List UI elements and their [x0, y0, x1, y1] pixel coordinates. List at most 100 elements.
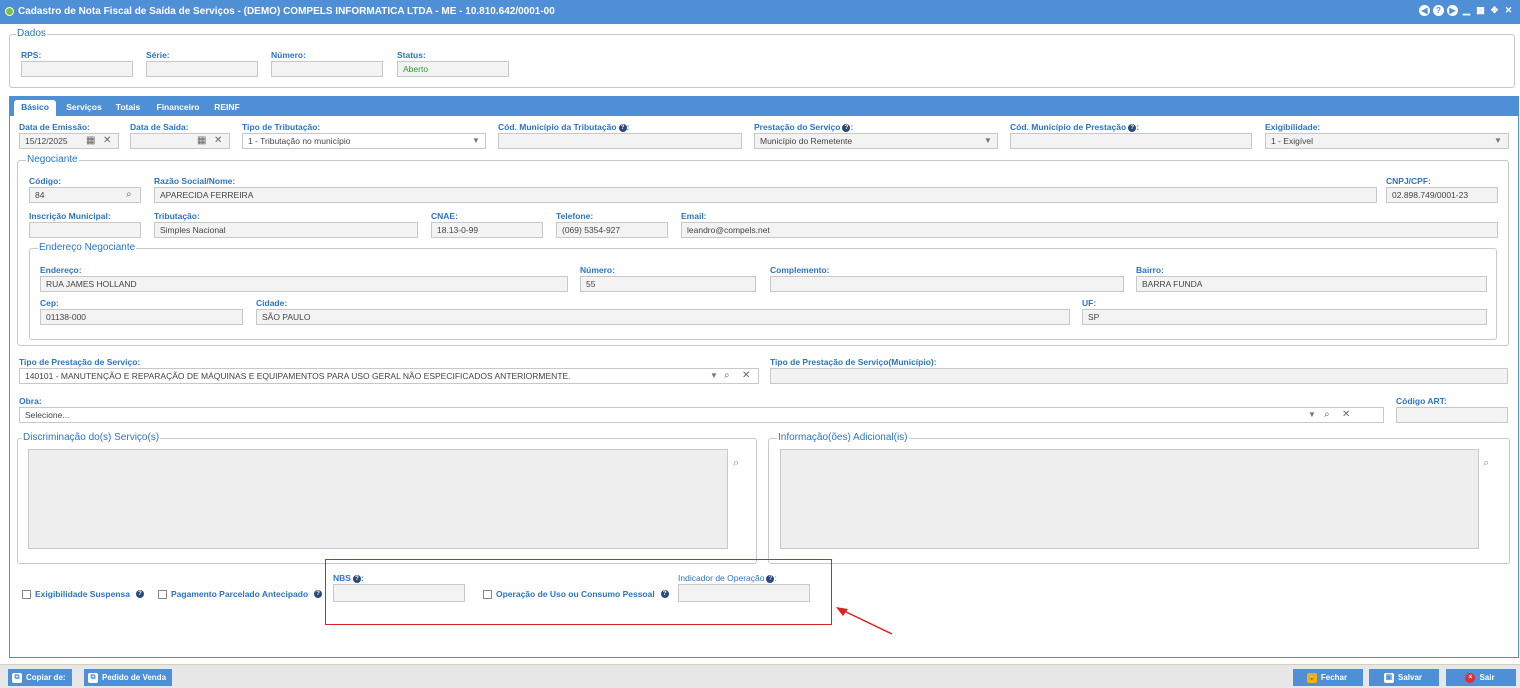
cod-municipio-tributacao-input[interactable] [498, 133, 742, 149]
search-icon[interactable]: ⌕ [1483, 455, 1489, 471]
expand-icon[interactable]: ✥ [1489, 5, 1500, 16]
codigo-input[interactable]: 84 [29, 187, 141, 203]
clear-date-icon[interactable]: ✕ [214, 133, 222, 149]
endereco-fieldset [29, 248, 1497, 340]
status-field: Aberto [397, 61, 509, 77]
help-icon[interactable]: ? [842, 123, 851, 132]
checkbox[interactable] [158, 589, 167, 599]
exigibilidade-select[interactable]: 1 - Exigível [1265, 133, 1509, 149]
calendar-icon[interactable]: ▦ [1475, 5, 1486, 16]
cnae-label: CNAE: [431, 211, 458, 221]
cnpj-field: 02.898.749/0001-23 [1386, 187, 1498, 203]
complemento-label: Complemento: [770, 265, 830, 275]
chevron-down-icon: ▼ [472, 136, 480, 145]
save-icon: ▣ [1383, 672, 1394, 683]
clear-icon[interactable]: ✕ [1342, 407, 1350, 423]
prestacao-servico-select[interactable]: Município do Remetente [754, 133, 998, 149]
cod-municipio-prestacao-input[interactable] [1010, 133, 1252, 149]
copy-icon: ⧉ [88, 672, 98, 683]
codigo-art-input[interactable] [1396, 407, 1508, 423]
clear-icon[interactable]: ✕ [742, 368, 750, 384]
chevron-down-icon: ▼ [1494, 136, 1502, 145]
tipo-tributacao-label: Tipo de Tributação: [242, 122, 321, 132]
tab-reinf[interactable]: REINF [209, 100, 245, 116]
forward-icon[interactable]: ▶ [1447, 5, 1458, 16]
annotation-arrow [836, 607, 893, 635]
cnae-field: 18.13-0-99 [431, 222, 543, 238]
pagamento-parcelado-checkbox[interactable]: Pagamento Parcelado Antecipado ? [158, 589, 323, 599]
telefone-label: Telefone: [556, 211, 594, 221]
help-icon[interactable]: ? [135, 590, 144, 598]
search-icon[interactable]: ⌕ [126, 187, 132, 203]
salvar-button[interactable]: ▣ Salvar [1369, 669, 1439, 686]
close-icon[interactable]: ✕ [1503, 5, 1514, 16]
back-icon[interactable]: ◀ [1419, 5, 1430, 16]
prestacao-servico-label: Prestação do Serviço?: [754, 122, 854, 132]
uf-label: UF: [1082, 298, 1097, 308]
tributacao-label: Tributação: [154, 211, 200, 221]
inscricao-municipal-field [29, 222, 141, 238]
data-emissao-label: Data de Emissão: [19, 122, 90, 132]
cod-municipio-tributacao-label-text: Cód. Município da Tributação [498, 122, 617, 132]
status-label: Status: [397, 50, 426, 60]
pedido-venda-label: Pedido de Venda [102, 673, 167, 682]
negociante-legend: Negociante [26, 154, 79, 165]
sair-label: Sair [1479, 673, 1495, 682]
exigibilidade-suspensa-label: Exigibilidade Suspensa [35, 589, 130, 599]
exigibilidade-suspensa-checkbox[interactable]: Exigibilidade Suspensa ? [22, 589, 144, 599]
endereco-numero-field: 55 [580, 276, 756, 292]
help-icon[interactable]: ? [1433, 5, 1444, 16]
endereco-legend: Endereço Negociante [38, 242, 137, 253]
clear-date-icon[interactable]: ✕ [103, 133, 111, 149]
discriminacao-legend: Discriminação do(s) Serviço(s) [22, 432, 161, 443]
search-icon[interactable]: ⌕ [724, 368, 730, 384]
calendar-icon[interactable]: ▦ [86, 133, 95, 149]
uf-field: SP [1082, 309, 1487, 325]
search-icon[interactable]: ⌕ [1324, 407, 1330, 423]
tab-totais[interactable]: Totais [110, 100, 146, 116]
informacoes-textarea[interactable] [780, 449, 1479, 549]
tab-bar: Básico Serviços Totais Financeiro REINF [9, 96, 1519, 116]
tab-financeiro[interactable]: Financeiro [150, 100, 206, 116]
window-titlebar: Cadastro de Nota Fiscal de Saída de Serv… [0, 0, 1520, 24]
numero-input[interactable] [271, 61, 383, 77]
tipo-prestacao-municipio-field [770, 368, 1508, 384]
app-icon [5, 7, 14, 16]
chevron-down-icon: ▼ [984, 136, 992, 145]
codigo-label: Código: [29, 176, 62, 186]
discriminacao-textarea[interactable] [28, 449, 728, 549]
exit-icon: × [1465, 672, 1476, 683]
pedido-venda-button[interactable]: ⧉ Pedido de Venda [84, 669, 173, 686]
data-saida-label: Data de Saída: [130, 122, 189, 132]
cnpj-label: CNPJ/CPF: [1386, 176, 1431, 186]
tipo-prestacao-select[interactable]: 140101 - MANUTENÇÃO E REPARAÇÃO DE MÁQUI… [19, 368, 759, 384]
minimize-icon[interactable]: ▁ [1461, 5, 1472, 16]
fechar-label: Fechar [1320, 673, 1348, 682]
email-field: leandro@compels.net [681, 222, 1498, 238]
bairro-field: BARRA FUNDA [1136, 276, 1487, 292]
search-icon[interactable]: ⌕ [733, 455, 739, 471]
tipo-tributacao-select[interactable]: 1 - Tributação no município [242, 133, 486, 149]
calendar-icon[interactable]: ▦ [197, 133, 206, 149]
help-icon[interactable]: ? [1128, 123, 1137, 132]
rps-input[interactable] [21, 61, 133, 77]
checkbox[interactable] [22, 589, 31, 599]
obra-select[interactable]: Selecione... [19, 407, 1384, 423]
help-icon[interactable]: ? [618, 123, 627, 132]
lock-icon: 🔒 [1306, 672, 1317, 683]
cod-municipio-tributacao-label: Cód. Município da Tributação?: [498, 122, 630, 132]
telefone-field: (069) 5354-927 [556, 222, 668, 238]
pagamento-parcelado-label: Pagamento Parcelado Antecipado [171, 589, 309, 599]
tab-basico[interactable]: Básico [14, 100, 56, 116]
fechar-button[interactable]: 🔒 Fechar [1293, 669, 1363, 686]
window-title: Cadastro de Nota Fiscal de Saída de Serv… [18, 6, 555, 17]
serie-input[interactable] [146, 61, 258, 77]
tab-servicos[interactable]: Serviços [61, 100, 107, 116]
codigo-art-label: Código ART: [1396, 396, 1447, 406]
endereco-numero-label: Número: [580, 265, 615, 275]
copy-icon: ⧉ [12, 672, 22, 683]
sair-button[interactable]: × Sair [1446, 669, 1516, 686]
copiar-de-button[interactable]: ⧉ Copiar de: [8, 669, 72, 686]
help-icon[interactable]: ? [314, 590, 323, 598]
copiar-de-label: Copiar de: [26, 673, 66, 682]
